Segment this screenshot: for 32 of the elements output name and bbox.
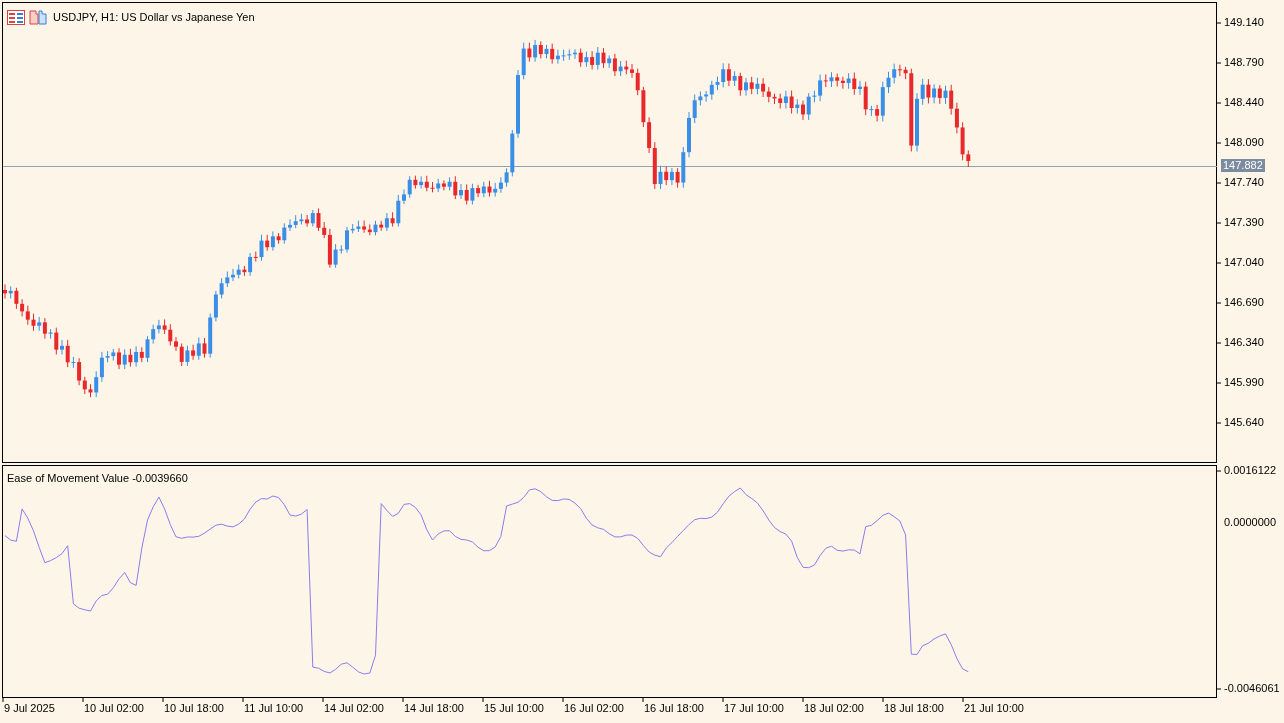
time-axis-label: 14 Jul 02:00 (324, 703, 384, 714)
time-axis-label: 14 Jul 18:00 (404, 703, 464, 714)
price-axis-label: 147.390 (1224, 217, 1264, 228)
price-axis-label: 147.740 (1224, 177, 1264, 188)
time-axis-label: 16 Jul 18:00 (644, 703, 704, 714)
indicator-axis-label: -0.0046061 (1224, 683, 1280, 694)
indicator-label: Ease of Movement Value -0.0039660 (7, 471, 188, 486)
time-axis-label: 10 Jul 18:00 (164, 703, 224, 714)
time-axis-label: 18 Jul 18:00 (884, 703, 944, 714)
time-axis-label: 21 Jul 10:00 (964, 703, 1024, 714)
time-axis-label: 17 Jul 10:00 (724, 703, 784, 714)
list-icon[interactable] (7, 9, 25, 25)
price-axis-label: 145.990 (1224, 377, 1264, 388)
price-axis-label: 147.040 (1224, 257, 1264, 268)
chart-title: USDJPY, H1: US Dollar vs Japanese Yen (53, 10, 255, 25)
price-axis-label: 146.340 (1224, 337, 1264, 348)
time-axis-label: 10 Jul 02:00 (84, 703, 144, 714)
time-axis-label: 11 Jul 10:00 (244, 703, 304, 714)
time-axis-label: 9 Jul 2025 (4, 703, 55, 714)
indicator-axis-label: 0.0000000 (1224, 517, 1276, 528)
time-axis-label: 18 Jul 02:00 (804, 703, 864, 714)
current-price-tag: 147.882 (1221, 159, 1265, 172)
indicator-axis-label: 0.0016122 (1224, 465, 1276, 476)
price-axis-label: 145.640 (1224, 417, 1264, 428)
price-axis-label: 146.690 (1224, 297, 1264, 308)
price-axis-label: 149.140 (1224, 17, 1264, 28)
price-axis-label: 148.790 (1224, 57, 1264, 68)
split-window-icon[interactable] (29, 9, 47, 25)
time-axis-label: 16 Jul 02:00 (564, 703, 624, 714)
price-axis-label: 148.090 (1224, 137, 1264, 148)
price-axis-label: 148.440 (1224, 97, 1264, 108)
time-axis-label: 15 Jul 10:00 (484, 703, 544, 714)
